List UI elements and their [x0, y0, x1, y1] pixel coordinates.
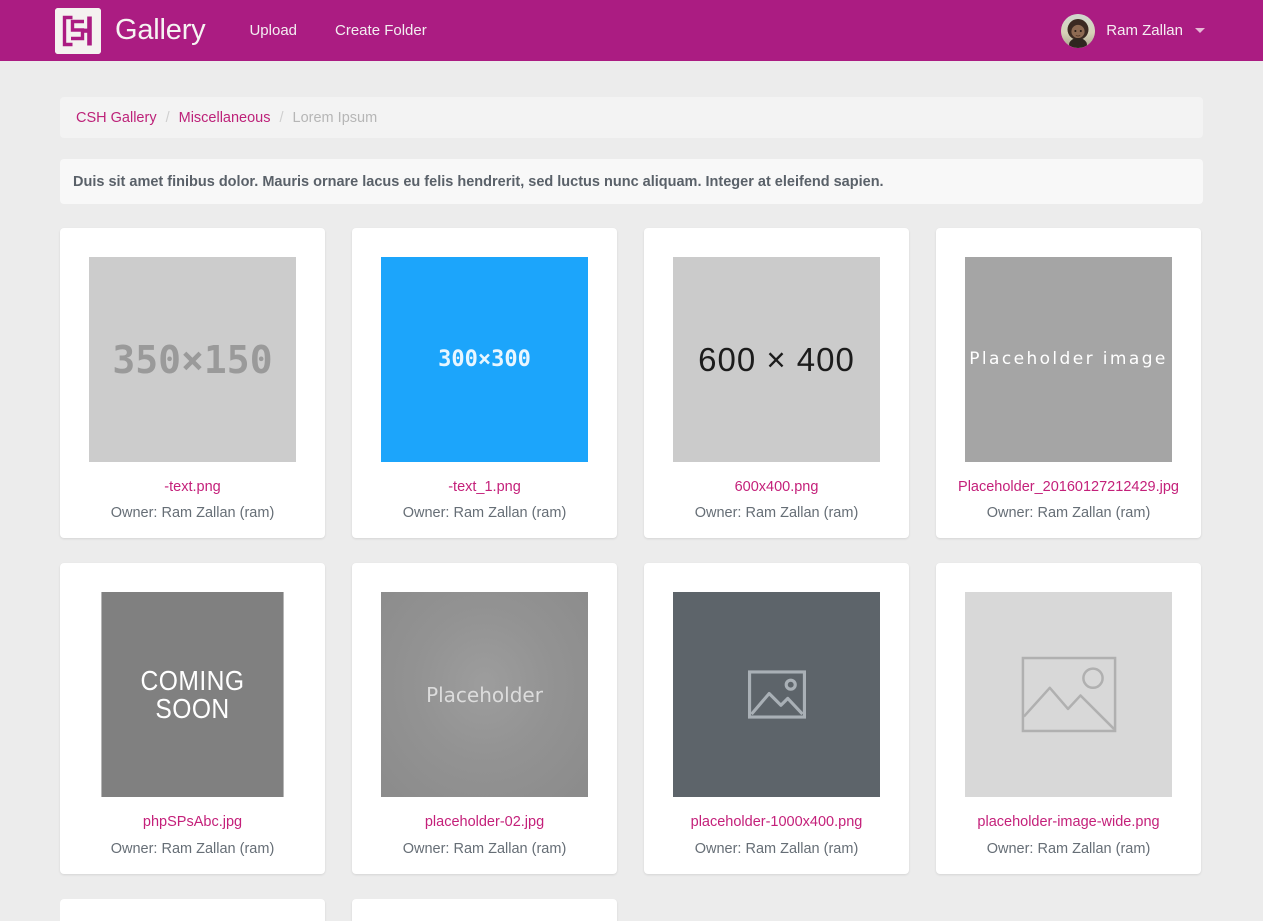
thumbnail-label: 600 × 400 [698, 341, 855, 378]
gallery-card[interactable]: COMING SOON phpSPsAbc.jpg Owner: Ram Zal… [60, 563, 325, 874]
breadcrumb: CSH Gallery / Miscellaneous / Lorem Ipsu… [60, 97, 1203, 138]
page-container: CSH Gallery / Miscellaneous / Lorem Ipsu… [60, 61, 1203, 921]
brand-home-link[interactable]: Gallery [55, 7, 206, 54]
thumbnail-image: Placeholder [381, 592, 588, 798]
user-menu[interactable]: Ram Zallan [1061, 13, 1205, 48]
brand-title: Gallery [115, 14, 206, 46]
gallery-card-filename[interactable]: Placeholder_20160127212429.jpg [958, 479, 1179, 496]
thumbnail-label: 350×150 [112, 337, 273, 382]
thumbnail-wrapper[interactable] [673, 592, 880, 798]
nav-upload[interactable]: Upload [249, 22, 297, 39]
gallery-card[interactable]: 600 × 400 600x400.png Owner: Ram Zallan … [644, 228, 909, 539]
gallery-card[interactable]: 300×300 -text_1.png Owner: Ram Zallan (r… [352, 228, 617, 539]
breadcrumb-separator: / [279, 109, 284, 126]
gallery-card-filename[interactable]: placeholder-1000x400.png [691, 814, 863, 831]
thumbnail-image: COMING SOON [101, 592, 284, 798]
gallery-card-filename[interactable]: -text.png [164, 479, 220, 496]
thumbnail-wrapper[interactable]: Placeholder image [965, 257, 1172, 462]
gallery-card[interactable] [352, 898, 617, 921]
picture-placeholder-icon [673, 592, 880, 798]
breadcrumb-item-csh-gallery[interactable]: CSH Gallery [76, 110, 157, 126]
thumbnail-image: 300×300 [381, 257, 588, 462]
gallery-card-filename[interactable]: placeholder-image-wide.png [977, 814, 1159, 831]
gallery-card-owner: Owner: Ram Zallan (ram) [402, 840, 567, 857]
thumbnail-label: 300×300 [438, 346, 531, 372]
gallery-card[interactable]: Placeholder placeholder-02.jpg Owner: Ra… [352, 563, 617, 874]
gallery-card[interactable]: placeholder-image-wide.png Owner: Ram Za… [936, 563, 1201, 874]
gallery-card-owner: Owner: Ram Zallan (ram) [694, 840, 859, 857]
breadcrumb-item-miscellaneous[interactable]: Miscellaneous [179, 110, 271, 126]
breadcrumb-item-current: Lorem Ipsum [292, 109, 378, 126]
thumbnail-wrapper[interactable]: 300×300 [381, 257, 588, 462]
gallery-card[interactable]: 350×150 -text.png Owner: Ram Zallan (ram… [60, 228, 325, 539]
thumbnail-wrapper[interactable]: Placeholder [381, 592, 588, 798]
gallery-card-owner: Owner: Ram Zallan (ram) [986, 840, 1151, 857]
thumbnail-wrapper[interactable]: 350×150 [89, 257, 296, 462]
gallery-card[interactable] [60, 898, 325, 921]
thumbnail-wrapper[interactable]: COMING SOON [89, 592, 296, 798]
top-navbar: Gallery Upload Create Folder Ram Zallan [0, 0, 1263, 61]
gallery-card-owner: Owner: Ram Zallan (ram) [110, 505, 275, 522]
thumbnail-image: 600 × 400 [673, 257, 880, 462]
thumbnail-wrapper[interactable]: 600 × 400 [673, 257, 880, 462]
picture-placeholder-icon [965, 592, 1172, 798]
thumbnail-label: Placeholder image [969, 349, 1168, 369]
gallery-card-owner: Owner: Ram Zallan (ram) [694, 505, 859, 522]
folder-description: Duis sit amet finibus dolor. Mauris orna… [60, 159, 1203, 204]
gallery-card-filename[interactable]: phpSPsAbc.jpg [143, 814, 242, 831]
thumbnail-image: Placeholder image [965, 257, 1172, 462]
gallery-grid-partial-row [60, 898, 1203, 921]
csh-logo-icon [55, 7, 101, 54]
thumbnail-label: Placeholder [426, 682, 543, 707]
thumbnail-wrapper[interactable] [965, 592, 1172, 798]
breadcrumb-separator: / [165, 109, 170, 126]
gallery-card-owner: Owner: Ram Zallan (ram) [402, 505, 567, 522]
gallery-card-owner: Owner: Ram Zallan (ram) [110, 840, 275, 857]
chevron-down-icon [1195, 28, 1205, 33]
gallery-card[interactable]: placeholder-1000x400.png Owner: Ram Zall… [644, 563, 909, 874]
gallery-card-filename[interactable]: 600x400.png [735, 479, 819, 496]
thumbnail-label: COMING SOON [140, 664, 245, 724]
nav-create-folder[interactable]: Create Folder [335, 22, 427, 39]
user-name: Ram Zallan [1106, 22, 1183, 39]
gallery-card-filename[interactable]: -text_1.png [448, 479, 521, 496]
gallery-card-filename[interactable]: placeholder-02.jpg [425, 814, 544, 831]
gallery-card[interactable]: Placeholder image Placeholder_2016012721… [936, 228, 1201, 539]
user-avatar [1061, 13, 1096, 48]
gallery-card-owner: Owner: Ram Zallan (ram) [986, 505, 1151, 522]
nav-links: Upload Create Folder [249, 22, 426, 39]
thumbnail-image: 350×150 [89, 257, 296, 462]
gallery-grid: 350×150 -text.png Owner: Ram Zallan (ram… [60, 228, 1203, 874]
